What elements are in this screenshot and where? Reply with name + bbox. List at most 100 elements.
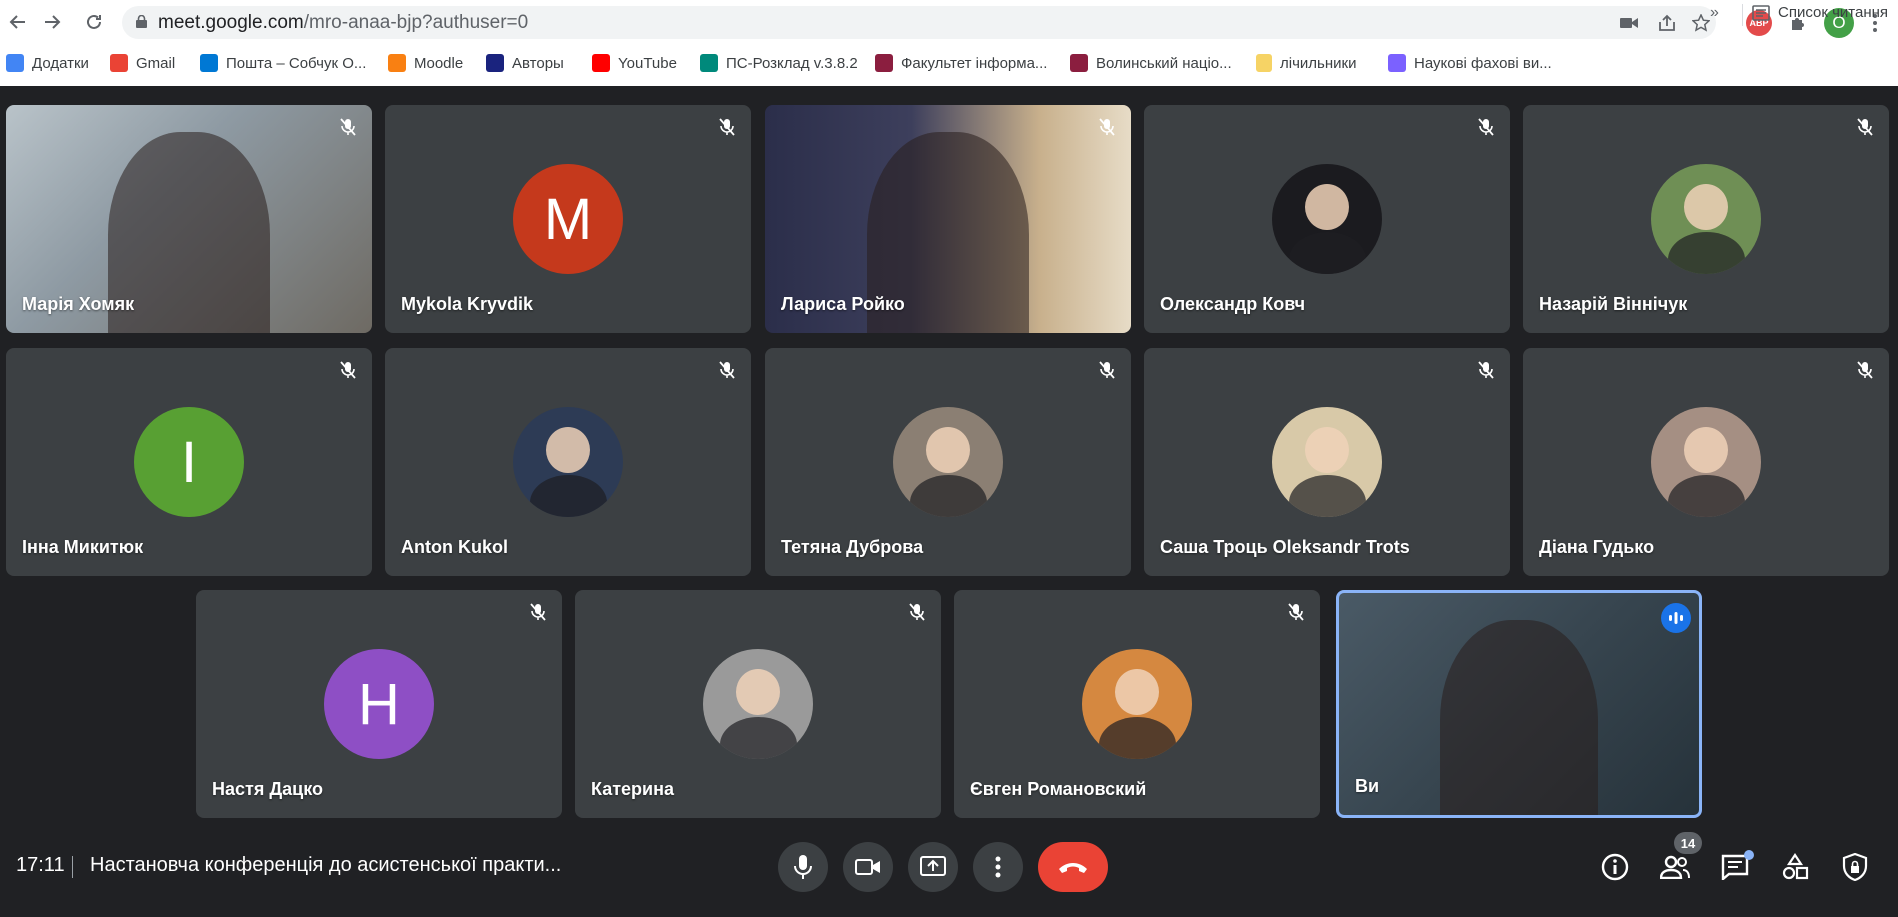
outlook-icon (200, 54, 218, 72)
participant-avatar (1651, 407, 1761, 517)
participant-video (1439, 619, 1599, 815)
participant-name: Євген Романовский (970, 779, 1147, 799)
meeting-time: 17:11 (16, 854, 65, 876)
participant-tile[interactable]: H Настя Дацко (196, 590, 562, 818)
reading-list-button[interactable]: Список читання (1742, 4, 1889, 26)
participant-tile[interactable]: Саша Троць Oleksandr Trots (1144, 348, 1510, 576)
reload-icon[interactable] (80, 8, 108, 36)
moodle-icon (388, 54, 406, 72)
bookmark-item[interactable]: Додатки (6, 52, 89, 74)
back-arrow-icon[interactable] (4, 8, 32, 36)
youtube-icon (592, 54, 610, 72)
leave-call-button[interactable] (1038, 842, 1108, 892)
microphone-button[interactable] (778, 842, 828, 892)
meeting-details-button[interactable] (1598, 850, 1632, 884)
participant-name: Anton Kukol (401, 537, 508, 557)
participant-avatar (513, 407, 623, 517)
participant-tile[interactable]: I Інна Микитюк (6, 348, 372, 576)
bookmark-item[interactable]: Moodle (388, 52, 463, 74)
people-button[interactable] (1658, 850, 1692, 884)
participant-name: Діана Гудько (1539, 537, 1655, 557)
bookmark-item[interactable]: YouTube (592, 52, 677, 74)
share-icon[interactable] (1656, 12, 1678, 34)
bookmark-item[interactable]: Gmail (110, 52, 175, 74)
bookmark-item[interactable]: Факультет інформа... (875, 52, 1047, 74)
participant-avatar (893, 407, 1003, 517)
participant-avatar (703, 649, 813, 759)
bookmark-label: Волинський націо... (1096, 54, 1232, 72)
authors-icon (486, 54, 504, 72)
bookmark-item[interactable]: Пошта – Собчук О... (200, 52, 366, 74)
participant-tile[interactable]: Лариса Ройко (765, 105, 1131, 333)
participant-tile[interactable]: Олександр Ковч (1144, 105, 1510, 333)
bookmark-item[interactable]: лічильники (1256, 52, 1356, 74)
mic-off-icon (1097, 117, 1117, 137)
participant-tile[interactable]: Катерина (575, 590, 941, 818)
participant-avatar: M (513, 164, 623, 274)
avatar-photo-body (719, 717, 797, 759)
participant-tile[interactable]: Тетяна Дуброва (765, 348, 1131, 576)
participant-name: Тетяна Дуброва (781, 537, 924, 557)
avatar-photo-body (909, 475, 987, 517)
bookmark-item[interactable]: Авторы (486, 52, 564, 74)
mic-off-icon (1476, 117, 1496, 137)
participant-name: Лариса Ройко (781, 294, 905, 314)
bookmark-label: Додатки (32, 54, 89, 72)
meeting-control-bar: 17:11 Настановча конференція до асистенс… (0, 826, 1898, 906)
avatar-photo-body (1667, 475, 1745, 517)
bookmark-label: Moodle (414, 54, 464, 72)
participant-tile[interactable]: Anton Kukol (385, 348, 751, 576)
bookmark-label: лічильники (1280, 54, 1357, 72)
star-bookmark-icon[interactable] (1690, 12, 1712, 34)
address-bar[interactable]: meet.google.com/mro-anaa-bjp?authuser=0 (122, 6, 1716, 39)
university-shield-icon (1070, 54, 1088, 72)
url-host: meet.google.com (158, 12, 304, 33)
participant-avatar (1272, 407, 1382, 517)
camera-icon[interactable] (1618, 12, 1640, 34)
participant-name: Катерина (591, 779, 674, 799)
bookmark-item[interactable]: Волинський націо... (1070, 52, 1232, 74)
avatar-photo (1305, 183, 1349, 230)
activities-button[interactable] (1778, 850, 1812, 884)
bookmarks-more-icon[interactable]: » (1710, 4, 1719, 22)
meeting-title[interactable]: Настановча конференція до асистенської п… (90, 854, 561, 877)
bookmark-label: Gmail (136, 54, 176, 72)
bookmark-label: YouTube (618, 54, 677, 72)
mic-off-icon (528, 602, 548, 622)
host-controls-button[interactable] (1838, 850, 1872, 884)
activities-icon (1782, 853, 1809, 880)
bookmark-item[interactable]: ПС-Розклад v.3.8.2 (700, 52, 858, 74)
participant-tile[interactable]: M Mykola Kryvdik (385, 105, 751, 333)
participant-name: Олександр Ковч (1160, 294, 1306, 314)
avatar-photo-body (1288, 232, 1366, 274)
present-screen-button[interactable] (908, 842, 958, 892)
mic-off-icon (1855, 117, 1875, 137)
more-vertical-icon (995, 856, 1001, 878)
avatar-photo (736, 668, 780, 715)
bookmark-label: Авторы (512, 54, 564, 72)
camera-button[interactable] (843, 842, 893, 892)
participant-tile[interactable]: Діана Гудько (1523, 348, 1889, 576)
bookmark-label: Факультет інформа... (901, 54, 1048, 72)
gmail-icon (110, 54, 128, 72)
participant-tile[interactable]: Назарій Віннічук (1523, 105, 1889, 333)
participant-name: Ви (1355, 776, 1380, 796)
more-options-button[interactable] (973, 842, 1023, 892)
participant-tile[interactable]: Марія Хомяк (6, 105, 372, 333)
avatar-photo (1684, 183, 1728, 230)
apps-grid-icon (6, 54, 24, 72)
avatar-photo (1305, 426, 1349, 473)
bookmark-item[interactable]: Наукові фахові ви... (1388, 52, 1552, 74)
apps-dots-icon (1388, 54, 1406, 72)
reading-list-label: Список читання (1778, 4, 1889, 21)
participant-tile[interactable]: Євген Романовский (954, 590, 1320, 818)
participant-name: Марія Хомяк (22, 294, 135, 314)
bookmark-label: ПС-Розклад v.3.8.2 (726, 54, 858, 72)
participant-avatar: I (134, 407, 244, 517)
participant-tile[interactable]: Ви (1336, 590, 1702, 818)
reading-list-icon (1752, 4, 1770, 21)
avatar-photo-body (529, 475, 607, 517)
browser-chrome: meet.google.com/mro-anaa-bjp?authuser=0 … (0, 0, 1898, 86)
forward-arrow-icon[interactable] (38, 8, 66, 36)
microphone-icon (794, 855, 812, 879)
